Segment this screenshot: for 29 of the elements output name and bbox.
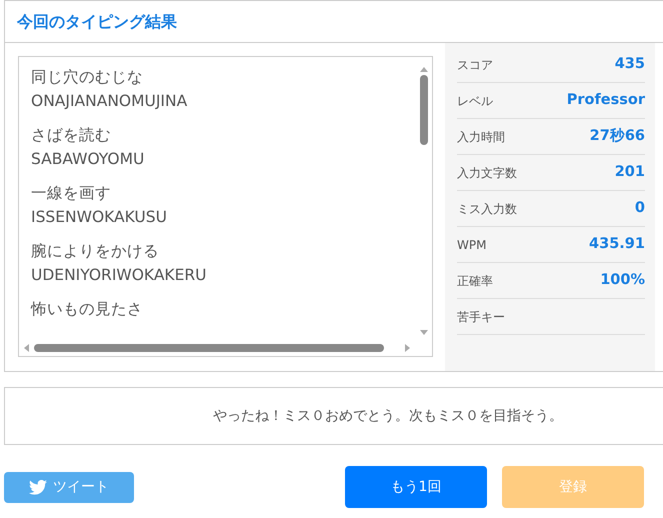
stat-value: Professor <box>566 90 645 110</box>
stat-value: 0 <box>634 198 645 218</box>
romaji-text: ISSENWOKAKUSU <box>31 207 168 228</box>
phrase-text: 一線を画す <box>31 183 112 204</box>
phrase-text: さばを読む <box>31 125 112 146</box>
stat-value: 435.91 <box>589 234 645 254</box>
stat-value: 201 <box>614 162 645 182</box>
panel-title: 今回のタイピング結果 <box>17 10 177 32</box>
phrase-text: 同じ穴のむじな <box>31 67 144 88</box>
stat-label: 入力時間 <box>457 128 505 146</box>
romaji-text: SABAWOYOMU <box>31 149 146 170</box>
tweet-button[interactable]: ツイート <box>4 472 134 502</box>
stat-label: 苦手キー <box>457 308 505 326</box>
stat-label: 入力文字数 <box>457 164 517 182</box>
phrase-text: 怖いもの見たさ <box>31 299 144 320</box>
message-text: やったね！ミス０おめでとう。次もミス０を目指そう。 <box>213 406 563 426</box>
stat-label: ミス入力数 <box>457 200 517 218</box>
stat-label: レベル <box>457 92 493 110</box>
stat-label: スコア <box>457 56 493 74</box>
bird-icon <box>29 480 47 494</box>
retry-button[interactable]: もう1回 <box>345 466 487 508</box>
stat-value: 100% <box>600 270 645 290</box>
stat-value: 435 <box>614 54 645 74</box>
stat-label: 正確率 <box>457 272 493 290</box>
romaji-text: UDENIYORIWOKAKERU <box>31 265 208 286</box>
stat-label: WPM <box>457 236 486 254</box>
phrase-text: 腕によりをかける <box>31 241 160 262</box>
stat-value: 27秒66 <box>590 126 645 146</box>
romaji-text: ONAJIANANOMUJINA <box>31 91 188 112</box>
